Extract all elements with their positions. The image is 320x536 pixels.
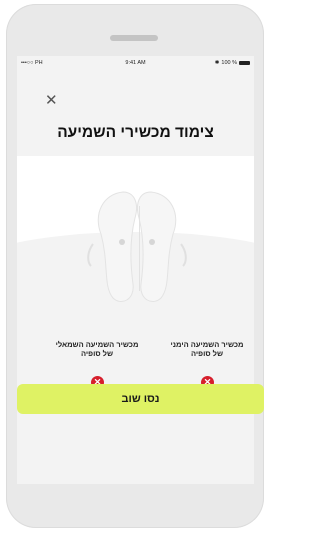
- left-hearing-aid-icon: [87, 191, 137, 302]
- status-bar: •••○○ PH 9:41 AM ✱ 100 %: [17, 56, 254, 70]
- retry-button[interactable]: נסו שוב: [17, 384, 264, 414]
- battery-indicator: ✱ 100 %: [215, 60, 250, 66]
- page-title: צימוד מכשירי השמיעה: [57, 124, 214, 141]
- retry-button-label: נסו שוב: [121, 393, 160, 405]
- right-device-owner: של סופיה: [191, 349, 223, 358]
- right-device-name: מכשיר השמיעה הימני: [170, 340, 244, 349]
- close-icon[interactable]: ✕: [45, 93, 61, 109]
- phone-frame: •••○○ PH 9:41 AM ✱ 100 % ✕ צימוד מכשירי …: [6, 4, 264, 528]
- bluetooth-icon: ✱: [214, 60, 220, 66]
- battery-icon: [239, 61, 250, 65]
- hearing-aids-illustration: [87, 191, 187, 302]
- left-device-label: מכשיר השמיעה השמאלי של סופיה: [47, 340, 147, 358]
- right-hearing-aid-icon: [137, 191, 187, 302]
- app-screen: •••○○ PH 9:41 AM ✱ 100 % ✕ צימוד מכשירי …: [17, 56, 254, 484]
- left-device-owner: של סופיה: [81, 349, 113, 358]
- phone-speaker: [110, 35, 158, 41]
- left-device-name: מכשיר השמיעה השמאלי: [55, 340, 139, 349]
- right-device-label: מכשיר השמיעה הימני של סופיה: [157, 340, 254, 358]
- battery-percent: 100 %: [221, 60, 237, 66]
- illustration-divider: [139, 206, 140, 291]
